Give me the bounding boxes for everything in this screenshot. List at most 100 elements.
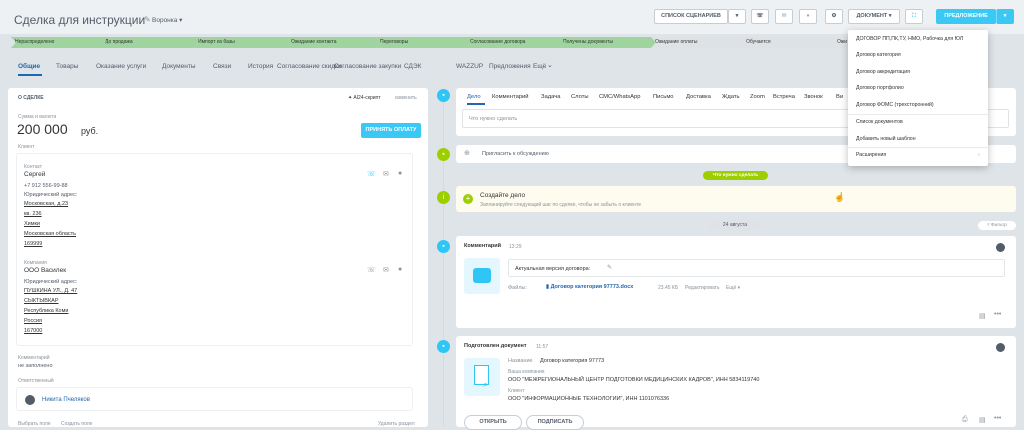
scenarios-dropdown-button[interactable]: ▾ xyxy=(728,9,746,24)
menu-item-contract-category[interactable]: Договор категория xyxy=(856,52,901,58)
menu-item-add-template[interactable]: Добавить новый шаблон xyxy=(856,136,916,142)
open-button[interactable]: ОТКРЫТЬ xyxy=(464,415,522,430)
company-address-line[interactable]: ПУШКИНА УЛ., Д. 47 xyxy=(24,288,77,294)
tab-item[interactable]: WAZZUP xyxy=(456,63,483,70)
menu-item-contract-foms[interactable]: Договор ФОМС (трехсторонний) xyxy=(856,102,934,108)
file-link[interactable]: ▮ Договор категория 97773.docx xyxy=(546,284,633,290)
edit-link[interactable]: изменить xyxy=(395,95,417,101)
sign-button[interactable]: ПОДПИСАТЬ xyxy=(526,415,584,430)
tab-item[interactable]: Предложения xyxy=(489,63,531,70)
company-address-line[interactable]: СЫКТЫВКАР xyxy=(24,298,58,304)
skype-button[interactable]: ● xyxy=(799,9,817,24)
contact-address-line[interactable]: 169999 xyxy=(24,241,42,247)
company-address-line[interactable]: 167000 xyxy=(24,328,42,334)
create-activity-card[interactable]: + Создайте дело Запланируйте следующий ш… xyxy=(456,186,1016,212)
stage-item[interactable]: Импорт из базы xyxy=(194,37,292,48)
tab-item[interactable]: Оказание услуги xyxy=(96,63,146,70)
comment-entry: Комментарий 13:29 Актуальная версия дого… xyxy=(456,236,1016,328)
stage-item[interactable]: Ожидание контакта xyxy=(287,37,381,48)
tab-item[interactable]: Связи xyxy=(213,63,231,70)
tab-item[interactable]: Товары xyxy=(56,63,78,70)
activity-tab[interactable]: Zoom xyxy=(750,94,765,100)
offer-dropdown-button[interactable]: ▾ xyxy=(996,9,1014,24)
contact-address-line[interactable]: Химки xyxy=(24,221,40,227)
script-link[interactable]: ✦ AI24-скрипт xyxy=(348,95,381,101)
contact-address-line[interactable]: Московская область xyxy=(24,231,76,237)
create-title: Создайте дело xyxy=(480,192,526,199)
activity-tab[interactable]: Дело xyxy=(467,94,481,100)
responsible-name[interactable]: Никита Пчеляков xyxy=(42,397,90,403)
activity-tab[interactable]: Слоты xyxy=(571,94,589,100)
chat-icon[interactable]: ● xyxy=(398,170,402,177)
doc-client-label: Клиент xyxy=(508,388,525,394)
contact-address-line[interactable]: Московская, д.23 xyxy=(24,201,68,207)
activity-tab[interactable]: Звонок xyxy=(804,94,823,100)
menu-item-document-list[interactable]: Список документов xyxy=(856,119,903,125)
fullscreen-button[interactable]: ⛶ xyxy=(905,9,923,24)
select-field-link[interactable]: Выбрать поле xyxy=(18,421,51,427)
contact-phone[interactable]: +7 912 556-99-88 xyxy=(24,183,68,189)
tab-item[interactable]: История xyxy=(248,63,273,70)
pencil-icon[interactable]: ✎ xyxy=(607,264,612,271)
contact-name[interactable]: Сергей xyxy=(24,171,45,178)
offer-button[interactable]: ПРЕДЛОЖЕНИЕ xyxy=(936,9,996,24)
phone-icon[interactable]: ☏ xyxy=(367,266,376,274)
deal-info-panel: О СДЕЛКЕ ✦ AI24-скрипт изменить Сумма и … xyxy=(8,88,428,427)
activity-tab[interactable]: Задача xyxy=(541,94,560,100)
note-icon[interactable]: ▤ xyxy=(979,416,986,424)
phone-button[interactable]: ☏ xyxy=(751,9,769,24)
menu-item-contract-accreditation[interactable]: Договор аккредитация xyxy=(856,69,910,75)
tab-item[interactable]: Согласование скидки xyxy=(277,63,342,70)
activity-tab[interactable]: СМС/WhatsApp xyxy=(599,94,641,100)
stage-item[interactable]: Согласование договора xyxy=(466,37,564,48)
scenarios-button[interactable]: СПИСОК СЦЕНАРИЕВ xyxy=(654,9,728,24)
stage-item[interactable]: Нераспределено xyxy=(11,37,106,48)
mail-icon[interactable]: ✉ xyxy=(383,170,389,178)
phone-icon[interactable]: ☏ xyxy=(367,170,376,178)
activity-tab[interactable]: Ви xyxy=(836,94,843,100)
comment-value[interactable]: не заполнено xyxy=(18,363,53,369)
settings-button[interactable]: ⚙ xyxy=(825,9,843,24)
edit-file-link[interactable]: Редактировать xyxy=(685,285,720,291)
stage-item[interactable]: Получены документы xyxy=(559,37,656,48)
document-button[interactable]: ДОКУМЕНТ ▾ xyxy=(848,9,900,24)
menu-item-contract-portfolio[interactable]: Договор портфолио xyxy=(856,85,904,91)
accept-payment-button[interactable]: ПРИНЯТЬ ОПЛАТУ xyxy=(361,123,421,138)
print-icon[interactable]: ⎙ xyxy=(962,416,968,424)
stage-item[interactable]: Обучается xyxy=(742,37,838,48)
tab-item[interactable]: Документы xyxy=(162,63,196,70)
stage-item[interactable]: Переговоры xyxy=(376,37,471,48)
delete-section-link[interactable]: Удалить раздел xyxy=(378,421,415,427)
menu-item-extensions[interactable]: Расширения xyxy=(856,152,886,158)
pencil-icon[interactable]: ✎ xyxy=(144,15,151,24)
activity-tab[interactable]: Комментарий xyxy=(492,94,529,100)
menu-item-contract-main[interactable]: ДОГОВОР ПП,ПК,ТУ, НМО, Рабочка для ЮЛ xyxy=(856,36,963,42)
tab-item[interactable]: СДЭК xyxy=(404,63,421,70)
activity-tab[interactable]: Ждать xyxy=(722,94,740,100)
activity-tab[interactable]: Встреча xyxy=(773,94,795,100)
stage-item[interactable]: Ожидание оплаты xyxy=(651,37,747,48)
mail-button[interactable]: ✉ xyxy=(775,9,793,24)
file-more-link[interactable]: Ещё ▾ xyxy=(726,285,740,291)
company-address-line[interactable]: Россия xyxy=(24,318,42,324)
tab-item[interactable]: Общие xyxy=(18,63,40,70)
activity-tab[interactable]: Письмо xyxy=(653,94,674,100)
company-name[interactable]: ООО Василек xyxy=(24,267,66,274)
more-icon[interactable]: ••• xyxy=(994,311,1001,318)
comment-text-box[interactable]: Актуальная версия договора: ✎ xyxy=(508,259,1005,277)
filter-button[interactable]: ▿ Фильтр xyxy=(978,221,1016,230)
more-icon[interactable]: ••• xyxy=(994,415,1001,422)
contact-address-line[interactable]: кв. 236 xyxy=(24,211,42,217)
funnel-selector[interactable]: Воронка ▾ xyxy=(152,16,182,24)
mail-icon[interactable]: ✉ xyxy=(383,266,389,274)
comment-type-icon xyxy=(464,258,500,294)
company-address-line[interactable]: Республика Коми xyxy=(24,308,68,314)
note-icon[interactable]: ▤ xyxy=(979,312,986,320)
chat-icon[interactable]: ● xyxy=(398,266,402,273)
tab-item[interactable]: Согласование закупки xyxy=(334,63,401,70)
stage-item[interactable]: До продажа xyxy=(101,37,199,48)
activity-tab[interactable]: Доставка xyxy=(686,94,711,100)
create-field-link[interactable]: Создать поле xyxy=(61,421,92,427)
tab-item[interactable]: Ещё xyxy=(533,63,546,70)
responsible-card: Никита Пчеляков xyxy=(16,387,413,411)
